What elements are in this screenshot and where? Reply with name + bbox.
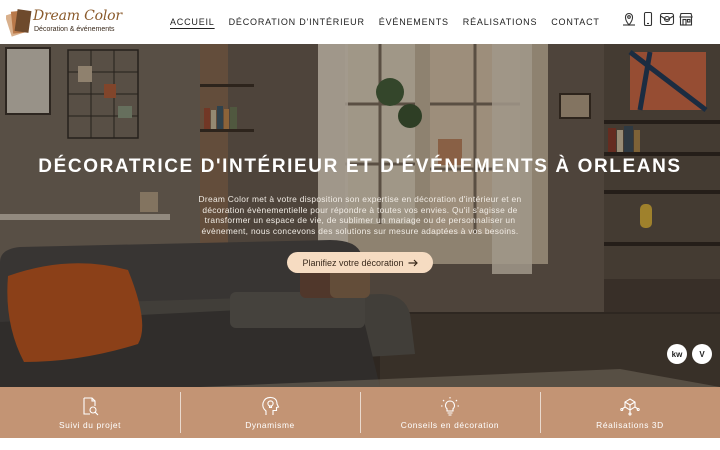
- nav-item-realisations[interactable]: RÉALISATIONS: [463, 17, 537, 27]
- kw-badge[interactable]: kw: [667, 344, 687, 364]
- brand-name: Dream Color: [33, 8, 122, 24]
- feature-dynamisme[interactable]: Dynamisme: [180, 387, 360, 438]
- plan-decoration-button-label: Planifiez votre décoration: [302, 257, 404, 268]
- hero-description: Dream Color met à votre disposition son …: [198, 194, 522, 237]
- nav-item-accueil[interactable]: ACCUEIL: [170, 17, 215, 27]
- v-badge[interactable]: V: [692, 344, 712, 364]
- hero-title: DÉCORATRICE D'INTÉRIEUR ET D'ÉVÉNEMENTS …: [38, 156, 682, 177]
- features-bar: Suivi du projet Dynamisme Conseils en dé…: [0, 387, 720, 438]
- header-icon-group: [621, 11, 694, 27]
- feature-realisations-3d[interactable]: Réalisations 3D: [540, 387, 720, 438]
- nav-item-evenements[interactable]: ÉVÉNEMENTS: [379, 17, 449, 27]
- brand-tagline: Décoration & événements: [34, 26, 115, 33]
- kw-badge-label: kw: [671, 349, 683, 359]
- document-search-icon: [83, 396, 99, 415]
- feature-label: Réalisations 3D: [596, 419, 664, 430]
- color-swatch-logo-icon: [6, 9, 32, 37]
- nav-item-decoration-interieur[interactable]: DÉCORATION D'INTÉRIEUR: [229, 17, 365, 27]
- head-lightbulb-icon: [262, 396, 280, 415]
- site-header: Dream Color Décoration & événements ACCU…: [0, 0, 720, 44]
- feature-label: Dynamisme: [245, 419, 295, 430]
- v-badge-label: V: [699, 349, 705, 359]
- hero-banner: DÉCORATRICE D'INTÉRIEUR ET D'ÉVÉNEMENTS …: [0, 44, 720, 387]
- feature-conseils-en-decoration[interactable]: Conseils en décoration: [360, 387, 540, 438]
- feature-suivi-du-projet[interactable]: Suivi du projet: [0, 387, 180, 438]
- plan-decoration-button[interactable]: Planifiez votre décoration: [287, 252, 433, 273]
- phone-icon[interactable]: [640, 11, 656, 27]
- arrow-right-icon: [408, 259, 418, 266]
- nav-item-contact[interactable]: CONTACT: [551, 17, 599, 27]
- lightbulb-icon: [441, 396, 459, 416]
- cube-network-icon: [620, 397, 640, 416]
- brand-logo[interactable]: Dream Color Décoration & événements: [6, 5, 122, 39]
- feature-label: Suivi du projet: [58, 419, 122, 430]
- feature-label: Conseils en décoration: [400, 419, 500, 430]
- main-nav: ACCUEIL DÉCORATION D'INTÉRIEUR ÉVÉNEMENT…: [170, 0, 614, 44]
- shop-icon[interactable]: [678, 11, 694, 27]
- instagram-icon[interactable]: [659, 11, 675, 27]
- location-pin-icon[interactable]: [621, 11, 637, 27]
